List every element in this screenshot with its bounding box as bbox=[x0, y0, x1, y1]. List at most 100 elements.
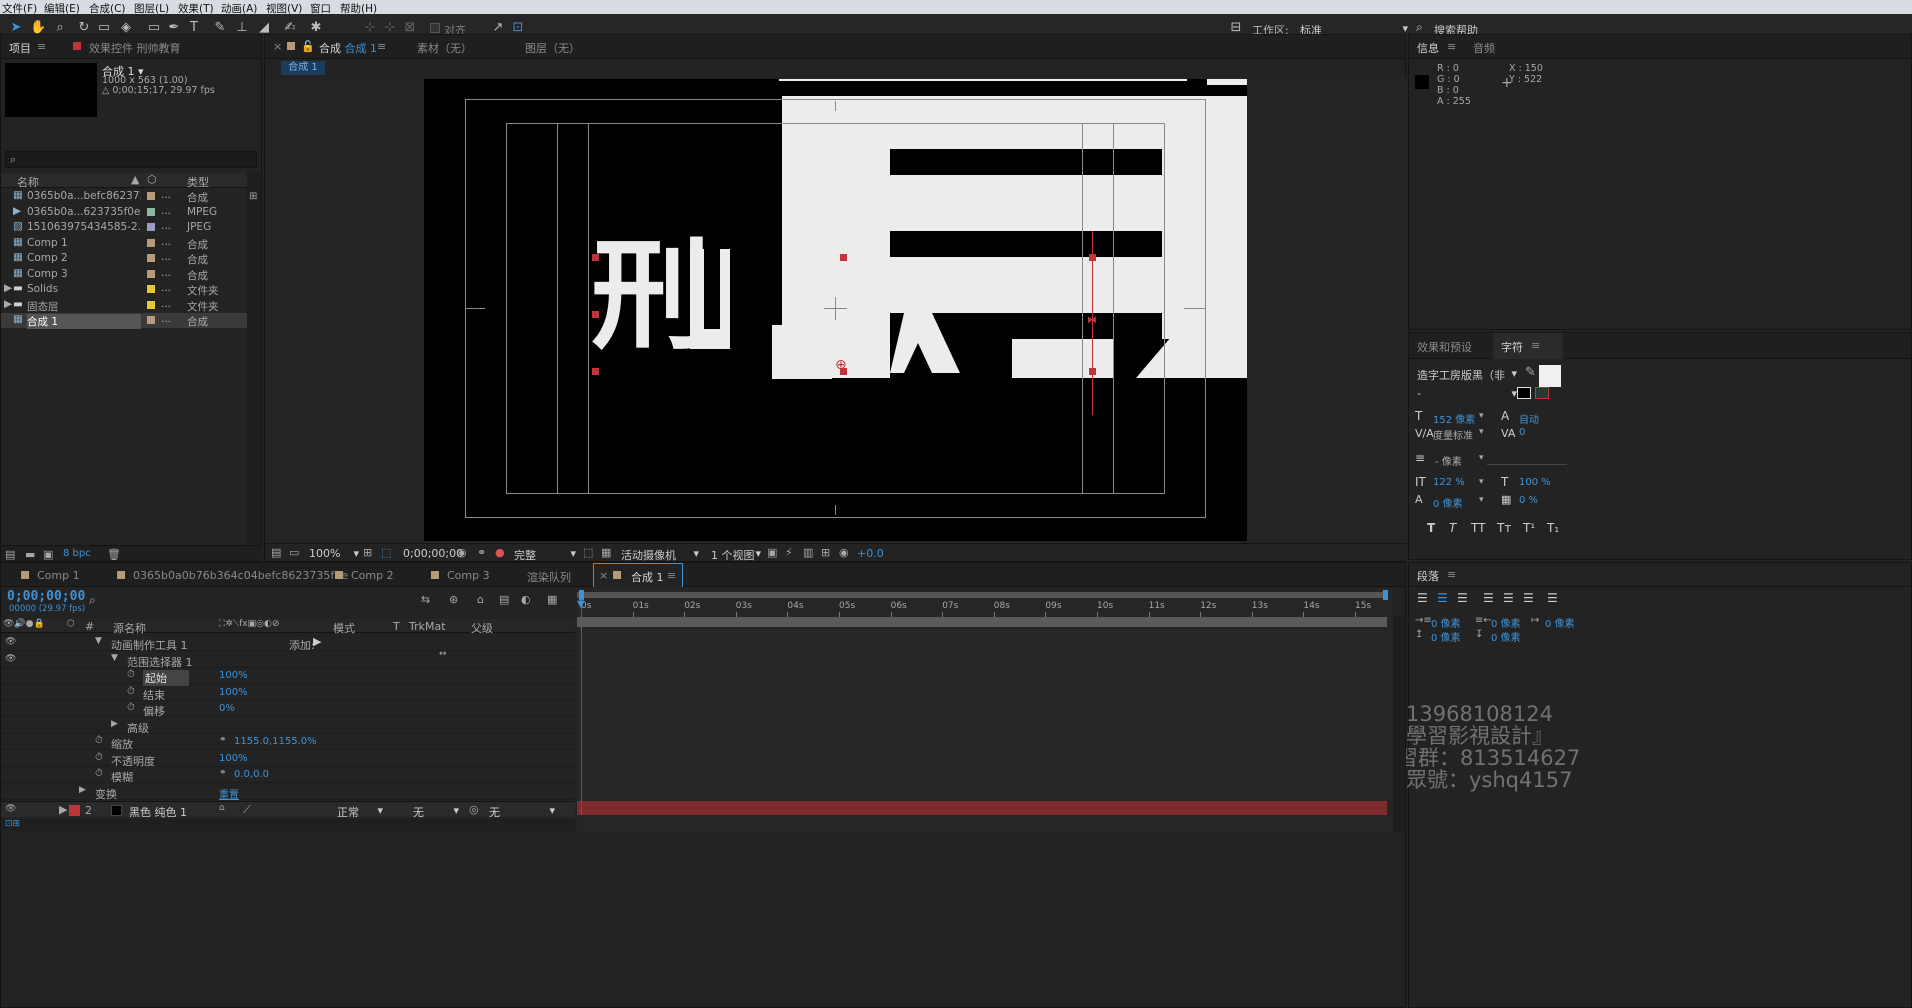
property-value[interactable]: 100% bbox=[219, 670, 248, 681]
close-tab-icon[interactable]: × bbox=[599, 569, 608, 582]
project-scrollbar[interactable]: ⊞ bbox=[247, 173, 261, 547]
trash-icon[interactable]: 🗑 bbox=[107, 548, 121, 561]
visibility-icon[interactable]: 👁 bbox=[5, 654, 16, 664]
menu-animation[interactable]: 动画(A) bbox=[221, 1, 257, 14]
label-swatch[interactable] bbox=[147, 254, 155, 262]
snapshot-icon[interactable]: ◉ bbox=[457, 546, 467, 559]
tab-character[interactable]: 字符 bbox=[1501, 339, 1523, 355]
property-row[interactable]: ⏱ 结束 100% bbox=[1, 685, 575, 702]
project-item[interactable]: ▶ ▬ Solids... 文件夹 bbox=[1, 282, 247, 297]
superscript-icon[interactable]: T¹ bbox=[1523, 521, 1535, 535]
tab-comp-2[interactable]: Comp 2 bbox=[351, 569, 394, 582]
stopwatch-icon[interactable]: ⏱ bbox=[95, 735, 103, 746]
quality-switch-icon[interactable]: ⟋ bbox=[243, 803, 251, 817]
stopwatch-icon[interactable]: ⏱ bbox=[127, 669, 135, 680]
menu-composition[interactable]: 合成(C) bbox=[89, 1, 126, 14]
layer-handle[interactable] bbox=[840, 254, 847, 261]
transparency-grid-icon[interactable]: ▦ bbox=[601, 546, 611, 559]
tab-layer[interactable]: 图层（无） bbox=[525, 40, 580, 56]
viewer-area[interactable]: 刑 ⧓ ⊕ bbox=[265, 77, 1407, 543]
graph-editor-icon[interactable]: ▦ bbox=[547, 593, 557, 606]
blend-mode-select[interactable]: 正常 ▾ bbox=[337, 804, 383, 820]
property-row[interactable]: ▶ 高级 bbox=[1, 718, 575, 735]
toggle-pixel-icon[interactable]: ▣ bbox=[767, 546, 777, 559]
project-item[interactable]: ▶ 0365b0a...623735f0e.mp4... MPEG bbox=[1, 205, 247, 220]
small-caps-icon[interactable]: Tт bbox=[1497, 521, 1511, 535]
align-right-icon[interactable]: ☰ bbox=[1457, 591, 1468, 605]
project-search-input[interactable]: ⌕ bbox=[5, 151, 257, 168]
constrain-proportions-icon[interactable]: ⚭ bbox=[219, 768, 227, 778]
menu-view[interactable]: 视图(V) bbox=[266, 1, 302, 14]
menu-window[interactable]: 窗口 bbox=[310, 1, 331, 14]
label-swatch[interactable] bbox=[147, 238, 155, 247]
property-value[interactable]: 100% bbox=[219, 687, 248, 698]
project-item[interactable]: ▶ ▬ 固态层... 文件夹 bbox=[1, 298, 247, 313]
project-item[interactable]: ▦ 0365b0a...befc8623735f0e... 合成 bbox=[1, 189, 247, 204]
draft-3d-icon[interactable]: ⊛ bbox=[449, 593, 458, 606]
flowchart-icon[interactable]: ⊞ bbox=[249, 191, 257, 202]
twirl-icon[interactable]: ▶ bbox=[59, 803, 67, 816]
property-row[interactable]: ⏱ 不透明度 100% bbox=[1, 751, 575, 768]
close-tab-icon[interactable]: × bbox=[273, 40, 282, 53]
twirl-icon[interactable]: ▶ bbox=[111, 719, 118, 729]
timeline-scrollbar[interactable] bbox=[1393, 615, 1405, 833]
comp-canvas[interactable]: 刑 ⧓ ⊕ bbox=[424, 79, 1247, 541]
dropdown-icon[interactable]: ▾ bbox=[1479, 411, 1484, 421]
col-parent[interactable]: 父级 bbox=[471, 620, 493, 636]
indent-right-value[interactable]: 0 像素 bbox=[1491, 615, 1521, 630]
stroke-type-select[interactable] bbox=[1487, 453, 1567, 465]
property-value[interactable]: 0% bbox=[219, 703, 235, 714]
twirl-icon[interactable]: ▼ bbox=[111, 653, 118, 663]
layer-handle[interactable] bbox=[592, 254, 599, 261]
trkmat-select[interactable]: 无 ▾ bbox=[413, 804, 459, 820]
timeline-icon[interactable]: ▥ bbox=[803, 546, 813, 559]
layer-duration-bar[interactable] bbox=[577, 801, 1387, 815]
no-stroke-icon[interactable] bbox=[1535, 387, 1549, 399]
property-value[interactable]: 0.0,0.0 bbox=[234, 769, 269, 780]
project-item[interactable]: ▧ 151063975434585-2.jpg... JPEG bbox=[1, 220, 247, 235]
parent-pickwhip-icon[interactable]: ◎ bbox=[469, 803, 479, 816]
project-item[interactable]: ▦ Comp 3... 合成 bbox=[1, 267, 247, 282]
panel-menu-icon[interactable]: ≡ bbox=[1447, 40, 1456, 53]
dropdown-icon[interactable]: ▾ bbox=[1479, 477, 1484, 487]
tab-audio[interactable]: 音频 bbox=[1473, 40, 1495, 56]
layer-handle[interactable] bbox=[592, 368, 599, 375]
tab-composition[interactable]: 合成 合成 1 bbox=[319, 40, 377, 56]
zoom-select[interactable]: 100% ▾ bbox=[309, 547, 359, 560]
time-graph[interactable]: 0s 01s 02s 03s 04s 05s 06s 07s 08s 09s 10s 11s 12s 13… bbox=[577, 589, 1393, 833]
tab-effects-presets[interactable]: 效果和预设 bbox=[1417, 339, 1472, 355]
snap-checkbox[interactable] bbox=[430, 23, 440, 33]
views-select[interactable]: 1 个视图 ▾ bbox=[711, 547, 761, 563]
fill-color-swatch[interactable] bbox=[1539, 365, 1561, 387]
property-row[interactable]: ⏱ 缩放 ⚭ 1155.0,1155.0% bbox=[1, 734, 575, 751]
tab-info[interactable]: 信息 bbox=[1417, 40, 1439, 56]
property-row[interactable]: ⏱ 模糊 ⚭ 0.0,0.0 bbox=[1, 767, 575, 784]
resolution-select[interactable]: 完整 ▾ bbox=[514, 547, 576, 563]
twirl-icon[interactable]: ▶ bbox=[4, 298, 12, 310]
stopwatch-icon[interactable]: ⏱ bbox=[95, 752, 103, 763]
label-swatch[interactable] bbox=[147, 300, 155, 309]
horizontal-scale-value[interactable]: 100 % bbox=[1519, 477, 1551, 488]
new-comp-icon[interactable]: ▣ bbox=[43, 548, 53, 561]
layer-handle[interactable] bbox=[592, 311, 599, 318]
space-after-value[interactable]: 0 像素 bbox=[1491, 629, 1521, 644]
project-item[interactable]: ▦ Comp 1... 合成 bbox=[1, 236, 247, 251]
timeline-timecode[interactable]: 0;00;00;00 bbox=[7, 589, 85, 604]
menu-file[interactable]: 文件(F) bbox=[2, 1, 37, 14]
font-family-select[interactable]: 造字工房版黑（非 ▾ bbox=[1417, 367, 1517, 383]
visibility-icon[interactable]: 👁 bbox=[5, 804, 16, 814]
menu-edit[interactable]: 编辑(E) bbox=[44, 1, 80, 14]
property-row[interactable]: 👁 ▼ 动画制作工具 1 bbox=[1, 635, 575, 652]
bit-depth[interactable]: 8 bpc bbox=[63, 548, 91, 559]
twirl-icon[interactable]: ▶ bbox=[4, 282, 12, 294]
frame-blending-icon[interactable]: ▤ bbox=[499, 593, 509, 606]
stopwatch-icon[interactable]: ⏱ bbox=[127, 686, 135, 697]
fast-preview-icon[interactable]: ⚡ bbox=[785, 546, 793, 559]
label-swatch[interactable] bbox=[147, 192, 155, 200]
property-value[interactable]: 1155.0,1155.0% bbox=[234, 736, 317, 747]
fullscreen-icon[interactable]: ▭ bbox=[289, 546, 299, 559]
space-before-value[interactable]: 0 像素 bbox=[1431, 629, 1461, 644]
property-value[interactable]: 重置 bbox=[219, 786, 239, 801]
label-swatch[interactable] bbox=[147, 223, 155, 231]
camera-select[interactable]: 活动摄像机 ▾ bbox=[621, 547, 699, 563]
